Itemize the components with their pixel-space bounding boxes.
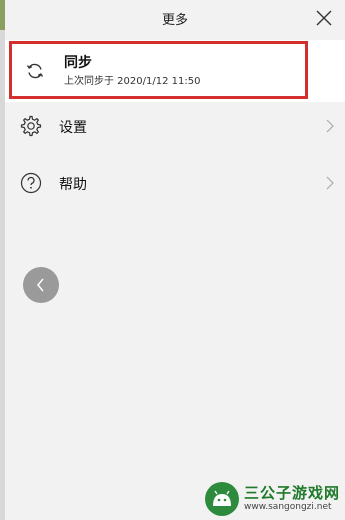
last-sync-time: 上次同步于 2020/1/12 11:50	[64, 76, 201, 87]
more-panel: 更多 同步 上次同步于 2020/1/12 11:50 设置 帮助 三公子游戏网…	[0, 0, 345, 520]
panel-header: 更多	[5, 0, 345, 36]
menu-item-settings[interactable]: 设置	[5, 106, 345, 146]
sync-label: 同步	[64, 55, 92, 71]
gear-icon	[19, 114, 43, 138]
page-title: 更多	[161, 12, 188, 28]
sync-icon	[23, 59, 47, 83]
help-label: 帮助	[59, 177, 87, 193]
watermark-logo	[205, 482, 239, 516]
chevron-right-icon	[326, 119, 334, 133]
chevron-right-icon	[326, 176, 334, 190]
close-icon	[316, 10, 332, 26]
watermark: 三公子游戏网 www.sangongzi.net	[205, 478, 345, 520]
watermark-url: www.sangongzi.net	[244, 502, 332, 512]
chevron-left-icon	[37, 278, 44, 292]
close-button[interactable]	[313, 7, 335, 29]
settings-label: 设置	[59, 120, 87, 136]
menu-item-sync[interactable]: 同步 上次同步于 2020/1/12 11:50	[5, 40, 345, 102]
back-button[interactable]	[23, 267, 59, 303]
question-circle-icon	[19, 171, 43, 195]
menu-item-help[interactable]: 帮助	[5, 163, 345, 203]
watermark-title: 三公子游戏网	[244, 484, 341, 502]
